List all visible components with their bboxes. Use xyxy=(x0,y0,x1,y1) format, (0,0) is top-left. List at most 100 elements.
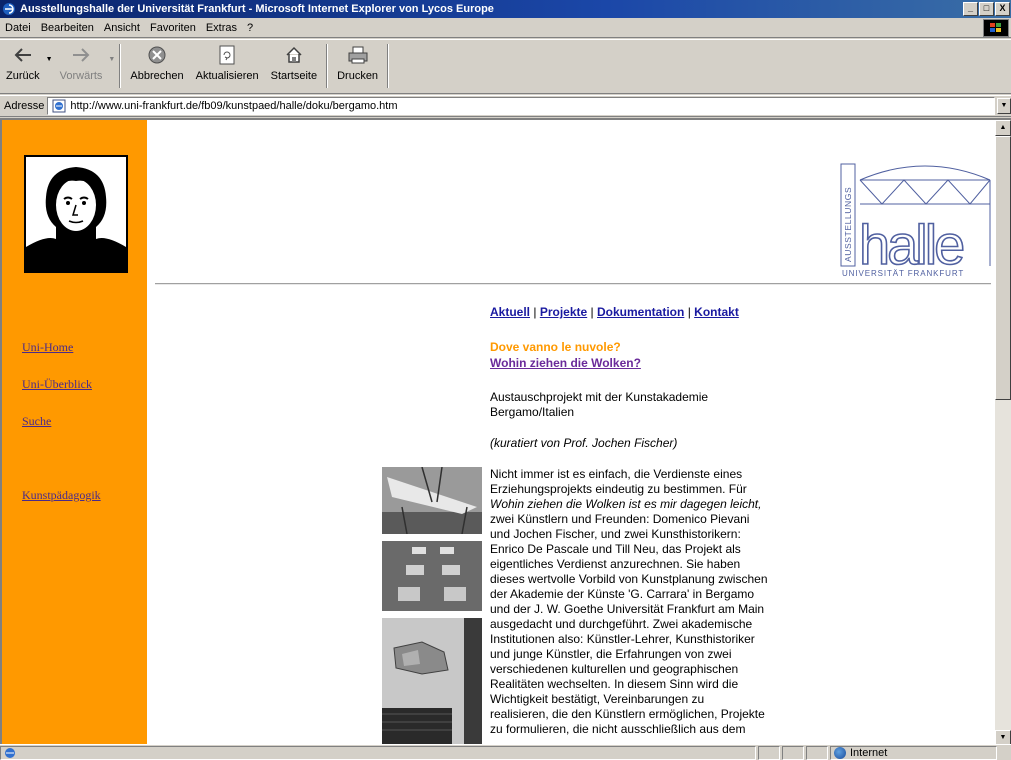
exhibition-photo-wall-object xyxy=(382,618,482,744)
throbber-logo xyxy=(983,19,1009,37)
back-arrow-icon xyxy=(12,44,34,66)
menu-bearbeiten[interactable]: Bearbeiten xyxy=(36,22,99,34)
status-message xyxy=(0,745,756,760)
title-bar: Ausstellungshalle der Universität Frankf… xyxy=(0,0,1011,18)
scroll-up-arrow-icon[interactable]: ▲ xyxy=(995,120,1011,136)
body-line: Wohin ziehen die Wolken ist es mir dageg… xyxy=(490,497,762,511)
forward-dropdown-arrow-icon[interactable]: ▼ xyxy=(108,56,116,63)
address-field[interactable] xyxy=(47,97,995,115)
stop-icon xyxy=(146,44,168,66)
body-line: zwei Künstlern und Freunden: Domenico Pi… xyxy=(490,512,750,526)
printer-icon xyxy=(347,44,369,66)
logo-side-text: AUSSTELLUNGS xyxy=(843,187,853,262)
exhibition-photo-panels xyxy=(382,541,482,611)
body-line: eigentliches Verdienst anzurechnen. Sie … xyxy=(490,557,741,571)
forward-button[interactable]: Vorwärts xyxy=(54,44,109,88)
body-line: realisieren, die den Künstlern ermöglich… xyxy=(490,707,765,721)
body-line: und Jochen Fischer, und zwei Kunsthistor… xyxy=(490,527,741,541)
menu-extras[interactable]: Extras xyxy=(201,22,242,34)
nav-separator: | xyxy=(590,305,594,319)
toolbar-separator xyxy=(119,44,122,88)
goethe-portrait-icon xyxy=(26,157,126,271)
maximize-button[interactable]: □ xyxy=(979,2,994,16)
scrollbar-thumb[interactable] xyxy=(995,136,1011,400)
menu-favoriten[interactable]: Favoriten xyxy=(145,22,201,34)
status-pane xyxy=(782,745,804,760)
close-button[interactable]: X xyxy=(995,2,1010,16)
page-status-icon xyxy=(5,747,15,758)
nav-link-aktuell[interactable]: Aktuell xyxy=(490,305,530,319)
body-line: ausgedacht und durchgeführt. Zwei akadem… xyxy=(490,617,753,631)
print-label: Drucken xyxy=(337,70,379,82)
nav-link-kontakt[interactable]: Kontakt xyxy=(694,305,739,319)
body-line: und junge Künstler, die Erfahrungen von … xyxy=(490,647,732,661)
body-line: Wichtigkeit bestätigt, Vereinbarungen zu xyxy=(490,692,705,706)
body-line: Realitäten wechselten. In diesem Sinn wi… xyxy=(490,677,739,691)
sidebar-link-uni-ueberblick[interactable]: Uni-Überblick xyxy=(22,377,92,392)
body-line: Erziehungsprojekts eindeutig zu bestimme… xyxy=(490,482,747,496)
home-button[interactable]: Startseite xyxy=(265,44,323,88)
body-line: Nicht immer ist es einfach, die Verdiens… xyxy=(490,467,743,481)
menu-datei[interactable]: Datei xyxy=(0,22,36,34)
sidebar: Uni-Home Uni-Überblick Suche Kunstpädago… xyxy=(2,120,147,744)
nav-separator: | xyxy=(533,305,537,319)
address-bar: Adresse ▼ xyxy=(0,95,1011,117)
minimize-button[interactable]: _ xyxy=(963,2,978,16)
stop-label: Abbrechen xyxy=(130,70,184,82)
toolbar-separator xyxy=(387,44,390,88)
toolbar: Zurück ▼ Vorwärts ▼ Abbrechen Aktualisie… xyxy=(0,39,1011,94)
url-input[interactable] xyxy=(70,100,994,112)
print-button[interactable]: Drucken xyxy=(331,44,384,88)
address-dropdown-arrow-icon[interactable]: ▼ xyxy=(997,98,1011,114)
exhibition-photo-sculpture xyxy=(382,467,482,534)
body-line: der Akademie der Künste 'G. Carrara' in … xyxy=(490,587,755,601)
site-navigation: Aktuell | Projekte | Dokumentation | Kon… xyxy=(490,305,739,319)
article-title-german-link[interactable]: Wohin ziehen die Wolken? xyxy=(490,356,641,370)
back-button[interactable]: Zurück xyxy=(0,44,46,88)
horizontal-rule xyxy=(155,283,991,285)
address-label: Adresse xyxy=(4,100,45,112)
status-pane xyxy=(806,745,828,760)
body-line: Enrico De Pascale und Till Neu, das Proj… xyxy=(490,542,741,556)
refresh-label: Aktualisieren xyxy=(195,70,259,82)
menu-ansicht[interactable]: Ansicht xyxy=(99,22,145,34)
home-icon xyxy=(283,44,305,66)
refresh-icon xyxy=(216,44,238,66)
body-line: zu formulieren, die nicht ausschließlich… xyxy=(490,722,746,736)
refresh-button[interactable]: Aktualisieren xyxy=(190,44,265,88)
body-line: dieses wertvolle Vorbild von Kunstplanun… xyxy=(490,572,768,586)
body-line: verschiedenen kulturellen und geographis… xyxy=(490,662,739,676)
menu-help[interactable]: ? xyxy=(242,22,258,34)
page-icon xyxy=(52,99,66,113)
goethe-portrait-image xyxy=(24,155,128,273)
stop-button[interactable]: Abbrechen xyxy=(124,44,189,88)
back-dropdown-arrow-icon[interactable]: ▼ xyxy=(46,56,54,63)
article-curator: (kuratiert von Prof. Jochen Fischer) xyxy=(490,436,678,450)
nav-link-projekte[interactable]: Projekte xyxy=(540,305,587,319)
sidebar-link-uni-home[interactable]: Uni-Home xyxy=(22,340,73,355)
internet-explorer-icon xyxy=(3,3,15,15)
page-viewport: Uni-Home Uni-Überblick Suche Kunstpädago… xyxy=(0,118,1011,744)
ausstellungshalle-logo: AUSSTELLUNGS halle UNIVERSITÄT FRANKFURT xyxy=(840,163,991,278)
menu-bar: Datei Bearbeiten Ansicht Favoriten Extra… xyxy=(0,18,1011,38)
internet-globe-icon xyxy=(834,746,846,759)
logo-subtitle: UNIVERSITÄT FRANKFURT xyxy=(842,269,964,278)
windows-logo-icon xyxy=(990,23,1001,32)
article-intro: Austauschprojekt mit der Kunstakademie B… xyxy=(490,390,709,419)
body-line: Institutionen also: Künstler-Lehrer, Kun… xyxy=(490,632,755,646)
article-body: Nicht immer ist es einfach, die Verdiens… xyxy=(490,467,800,737)
forward-label: Vorwärts xyxy=(59,70,103,82)
scroll-down-arrow-icon[interactable]: ▼ xyxy=(995,730,1011,744)
forward-arrow-icon xyxy=(70,44,92,66)
sidebar-link-kunstpaedagogik[interactable]: Kunstpädagogik xyxy=(22,488,101,503)
vertical-scrollbar[interactable]: ▲ ▼ xyxy=(995,120,1011,744)
sidebar-link-suche[interactable]: Suche xyxy=(22,414,51,429)
body-line: und der J. W. Goethe Universität Frankfu… xyxy=(490,602,765,616)
article-title-italian: Dove vanno le nuvole? xyxy=(490,340,621,354)
home-label: Startseite xyxy=(270,70,318,82)
nav-link-dokumentation[interactable]: Dokumentation xyxy=(597,305,684,319)
status-bar: Internet xyxy=(0,744,1011,760)
zone-label: Internet xyxy=(850,746,888,759)
nav-separator: | xyxy=(687,305,691,319)
toolbar-separator xyxy=(326,44,329,88)
